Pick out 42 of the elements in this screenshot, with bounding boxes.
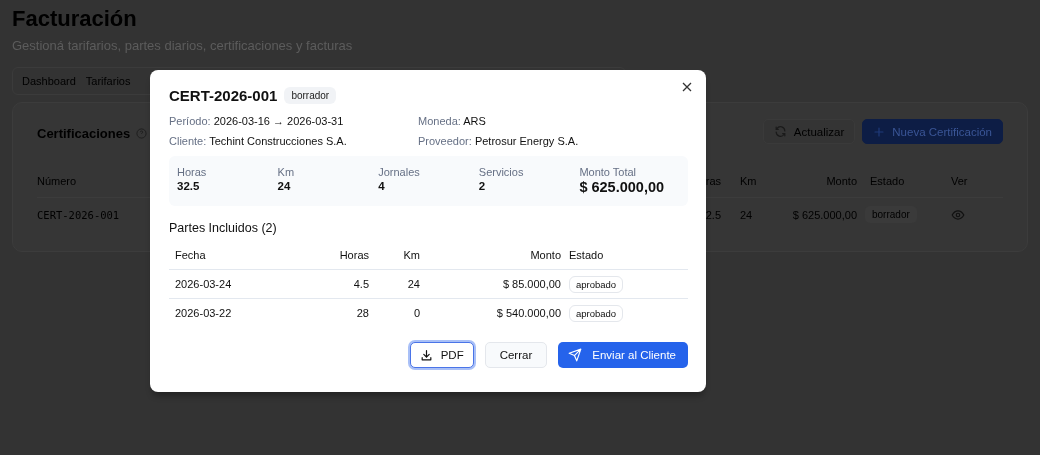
status-badge: aprobado	[569, 304, 624, 322]
download-icon	[419, 348, 433, 362]
info-field: Proveedor: Petrosur Energy S.A.	[418, 135, 688, 147]
summary-value: 4	[378, 180, 386, 192]
table-cell: $ 85.000,00	[502, 278, 561, 290]
summary-label: Jornales	[378, 166, 421, 178]
table-cell: $ 540.000,00	[496, 307, 561, 319]
table-cell: 24	[407, 278, 420, 290]
summary-label: Horas	[177, 166, 208, 178]
summary-value: 24	[277, 180, 292, 192]
new-certificate-button[interactable]: Nueva Certificación	[862, 119, 1003, 144]
summary-value: 32.5	[177, 180, 201, 192]
send-button[interactable]: Enviar al Cliente	[558, 342, 688, 368]
send-icon	[568, 348, 583, 362]
column-header: Monto	[530, 249, 561, 261]
summary-label: Monto Total	[579, 166, 638, 178]
dialog-title: CERT-2026-001	[169, 87, 278, 104]
summary-value: $ 625.000,00	[579, 179, 666, 195]
summary-label: Servicios	[478, 166, 525, 178]
close-dialog-button[interactable]: Cerrar	[484, 342, 548, 368]
table-cell: 28	[356, 307, 369, 319]
info-field: Período: 2026-03-16 → 2026-03-31	[169, 115, 418, 127]
table-cell: 0	[413, 307, 420, 319]
info-field: Cliente: Techint Construcciones S.A.	[169, 135, 418, 147]
plus-icon	[873, 125, 886, 138]
summary-label: Km	[277, 166, 296, 178]
column-header: Estado	[569, 249, 604, 261]
close-icon	[682, 82, 692, 92]
close-button[interactable]	[680, 80, 694, 94]
column-header: Km	[403, 249, 420, 261]
pdf-button[interactable]: PDF	[409, 342, 474, 368]
column-header: Fecha	[175, 249, 206, 261]
status-badge: borrador	[284, 87, 337, 104]
table-cell: 4.5	[353, 278, 369, 290]
status-badge: aprobado	[569, 275, 624, 293]
column-header: Horas	[339, 249, 369, 261]
info-field: Moneda: ARS	[418, 115, 688, 127]
summary-value: 2	[478, 180, 487, 192]
section-title: Partes Incluidos (2)	[169, 221, 278, 235]
refresh-icon	[773, 125, 787, 138]
table-cell: 2026-03-22	[175, 307, 232, 319]
table-cell: 2026-03-24	[175, 278, 232, 290]
